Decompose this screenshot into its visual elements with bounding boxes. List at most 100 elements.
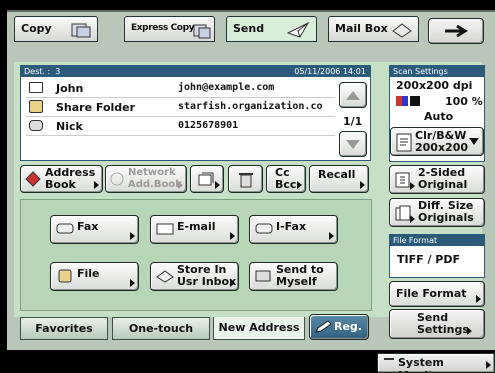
recipient-address: john@example.com [178,82,275,93]
tab-favorites-label: Favorites [35,322,93,335]
color-document-icon [396,133,412,152]
address-book-button[interactable]: Address Book [20,165,103,193]
scroll-down-button[interactable] [339,131,367,157]
tab-mail-box-label: Mail Box [335,22,388,35]
trash-icon [239,173,253,188]
network-address-book-button[interactable]: Network Add.Book [105,165,187,193]
color-resolution-label: 200x200 [415,141,469,154]
recipient-name: Nick [56,120,83,133]
monitor-icon [384,358,394,360]
delete-button[interactable] [228,165,263,193]
tab-copy-label: Copy [21,22,52,35]
scan-settings-title: Scan Settings [390,66,484,77]
arrow-right-icon [445,24,468,38]
details-icon [198,172,214,186]
tab-express-copy-label: Express Copy [131,23,195,33]
fax-icon [29,120,43,131]
tab-favorites[interactable]: Favorites [20,317,108,340]
tab-new-address[interactable]: New Address [213,317,305,340]
folder-icon [29,100,43,113]
details-button[interactable] [190,165,224,193]
zoom-value: 100 % [445,95,483,108]
file-format-title: File Format [390,235,484,246]
arrow-icon [130,279,135,287]
arrow-icon [410,182,415,190]
triangle-down-icon [346,140,360,149]
density-icon [396,96,420,106]
email-label: E-mail [177,220,216,233]
triangle-up-icon [346,91,360,100]
two-sided-label: 2-Sided Original [418,166,468,191]
page-indicator: 1/1 [343,115,363,128]
dest-header: Dest. : 3 05/11/2006 14:01 [21,66,370,77]
address-book-icon [25,171,41,187]
mailbox-icon [392,23,412,38]
two-sided-original-button[interactable]: 2-Sided Original [389,165,485,194]
arrow-icon [230,279,235,287]
tab-express-copy[interactable]: Express Copy [124,16,215,42]
chevron-down-icon [469,138,479,145]
scroll-up-button[interactable] [339,82,367,108]
network-address-book-label: Network Add.Book [128,167,182,190]
send-to-myself-button[interactable]: Send to Myself [249,262,338,291]
arrow-icon [486,361,491,369]
mode-value: Auto [424,110,454,123]
color-mode-select[interactable]: Clr/B&W 200x200 [390,127,484,156]
file-format-button[interactable]: File Format [389,281,485,307]
pencil-icon [315,320,332,333]
arrow-icon [360,181,365,189]
recipient-row[interactable]: Share Folder starfish.organization.co [26,98,335,117]
file-format-value: TIFF / PDF [397,253,461,266]
store-in-user-inbox-button[interactable]: Store In Usr Inbox [150,262,239,291]
arrow-icon [297,181,302,189]
tab-one-touch-label: One-touch [128,322,194,335]
store-in-user-inbox-label: Store In Usr Inbox [177,263,237,288]
network-icon [110,172,124,186]
folder-icon [58,269,72,283]
arrow-icon [467,327,472,335]
system-monitor-button[interactable]: System Monitor [377,353,495,373]
arrow-icon [230,232,235,240]
register-label: Reg. [334,320,362,333]
recipient-address: starfish.organization.co [178,101,323,112]
ifax-button[interactable]: I-Fax [249,215,338,244]
recall-label: Recall [318,168,356,181]
arrow-icon [410,215,415,223]
recall-button[interactable]: Recall [309,165,369,193]
fax-label: Fax [77,220,99,233]
tab-mail-box[interactable]: Mail Box [328,16,419,42]
fax-icon [56,223,74,234]
fax-button[interactable]: Fax [50,215,139,244]
tab-one-touch[interactable]: One-touch [112,317,210,340]
cc-bcc-label: Cc Bcc [275,166,297,191]
recipient-row[interactable]: John john@example.com [26,79,335,98]
datetime: 05/11/2006 14:01 [294,67,366,76]
register-button[interactable]: Reg. [309,314,369,340]
tab-copy[interactable]: Copy [14,16,98,42]
copy-icon [71,23,91,38]
arrow-icon [178,181,183,189]
envelope-icon [29,82,43,93]
next-arrow-button[interactable] [428,18,484,44]
dest-label: Dest. : [24,67,51,76]
resolution-value: 200x200 dpi [396,79,473,92]
tab-new-address-label: New Address [218,321,300,334]
tab-send[interactable]: Send [226,16,317,42]
recipient-address: 0125678901 [178,120,239,131]
address-book-label: Address Book [45,166,96,191]
recipient-row[interactable]: Nick 0125678901 [26,117,335,136]
express-copy-icon [193,24,211,39]
send-to-myself-icon [255,270,271,282]
recipient-name: Share Folder [56,101,136,114]
arrow-icon [476,295,481,303]
arrow-icon [130,232,135,240]
email-button[interactable]: E-mail [150,215,239,244]
diff-size-originals-button[interactable]: Diff. Size Originals [389,198,485,227]
arrow-icon [94,181,99,189]
cc-bcc-button[interactable]: Cc Bcc [266,165,306,193]
file-button[interactable]: File [50,262,139,291]
send-icon [286,21,310,38]
system-monitor-label: System Monitor [398,356,446,372]
send-settings-button[interactable]: Send Settings [389,309,485,339]
tab-send-label: Send [233,22,265,35]
